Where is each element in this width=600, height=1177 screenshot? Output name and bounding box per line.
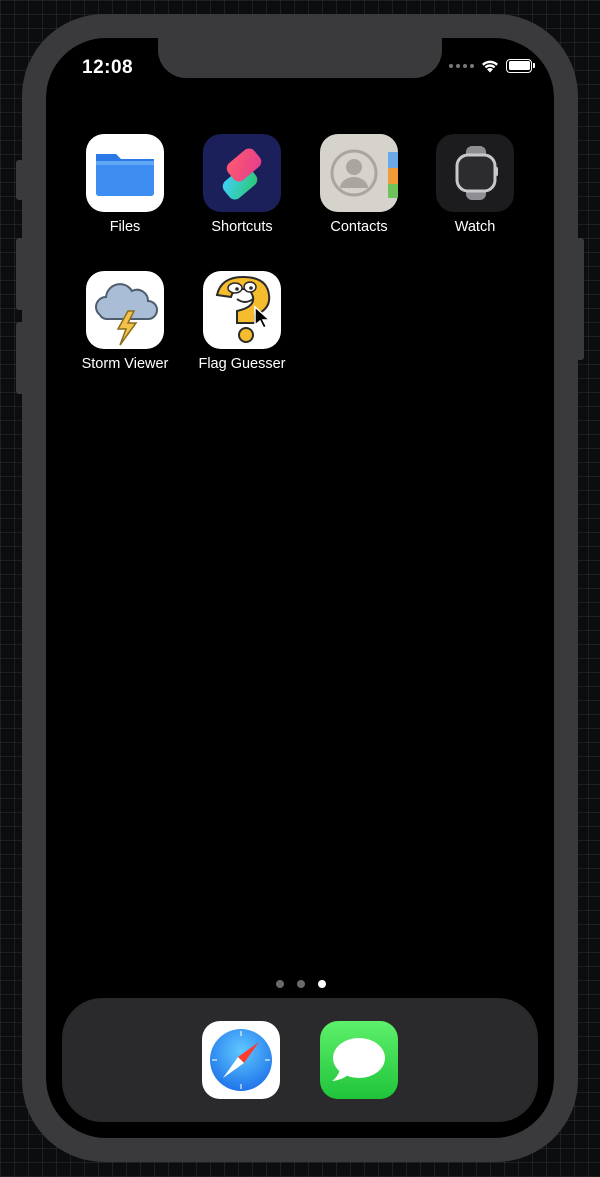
app-label: Contacts bbox=[330, 219, 388, 235]
messages-bubble-icon[interactable] bbox=[320, 1021, 398, 1099]
wifi-icon bbox=[482, 60, 498, 73]
silent-switch bbox=[16, 160, 24, 200]
app-label: Storm Viewer bbox=[81, 356, 169, 372]
app-label: Files bbox=[109, 219, 141, 235]
page-dot bbox=[297, 980, 305, 988]
app-contacts[interactable]: Contacts bbox=[304, 134, 414, 235]
notch bbox=[158, 38, 442, 78]
shortcuts-icon bbox=[203, 134, 281, 212]
cellular-signal-icon bbox=[449, 63, 474, 68]
app-label: Shortcuts bbox=[211, 219, 273, 235]
dock bbox=[62, 998, 538, 1122]
contacts-icon bbox=[320, 134, 398, 212]
app-shortcuts[interactable]: Shortcuts bbox=[187, 134, 297, 235]
app-label: Watch bbox=[454, 219, 496, 235]
storm-cloud-icon bbox=[86, 271, 164, 349]
status-time: 12:08 bbox=[82, 57, 134, 78]
safari-compass-icon[interactable] bbox=[202, 1021, 280, 1099]
battery-icon bbox=[506, 58, 535, 73]
app-watch[interactable]: Watch bbox=[420, 134, 530, 235]
page-dot-active bbox=[318, 980, 326, 988]
status-icons bbox=[449, 58, 535, 73]
watch-icon bbox=[436, 134, 514, 212]
files-folder-icon bbox=[86, 134, 164, 212]
app-storm-viewer[interactable]: Storm Viewer bbox=[70, 271, 180, 372]
power-button bbox=[576, 238, 584, 360]
mouse-cursor-icon bbox=[254, 305, 271, 329]
home-screen: 12:08 Files Shortcuts Contacts Watch Sto… bbox=[46, 38, 554, 1138]
app-label: Flag Guesser bbox=[198, 356, 286, 372]
page-dot bbox=[276, 980, 284, 988]
volume-up-button bbox=[16, 238, 24, 310]
page-indicator[interactable] bbox=[276, 980, 326, 988]
app-flag-guesser[interactable]: Flag Guesser bbox=[187, 271, 297, 372]
volume-down-button bbox=[16, 322, 24, 394]
question-mark-mascot-icon bbox=[203, 271, 281, 349]
app-files[interactable]: Files bbox=[70, 134, 180, 235]
